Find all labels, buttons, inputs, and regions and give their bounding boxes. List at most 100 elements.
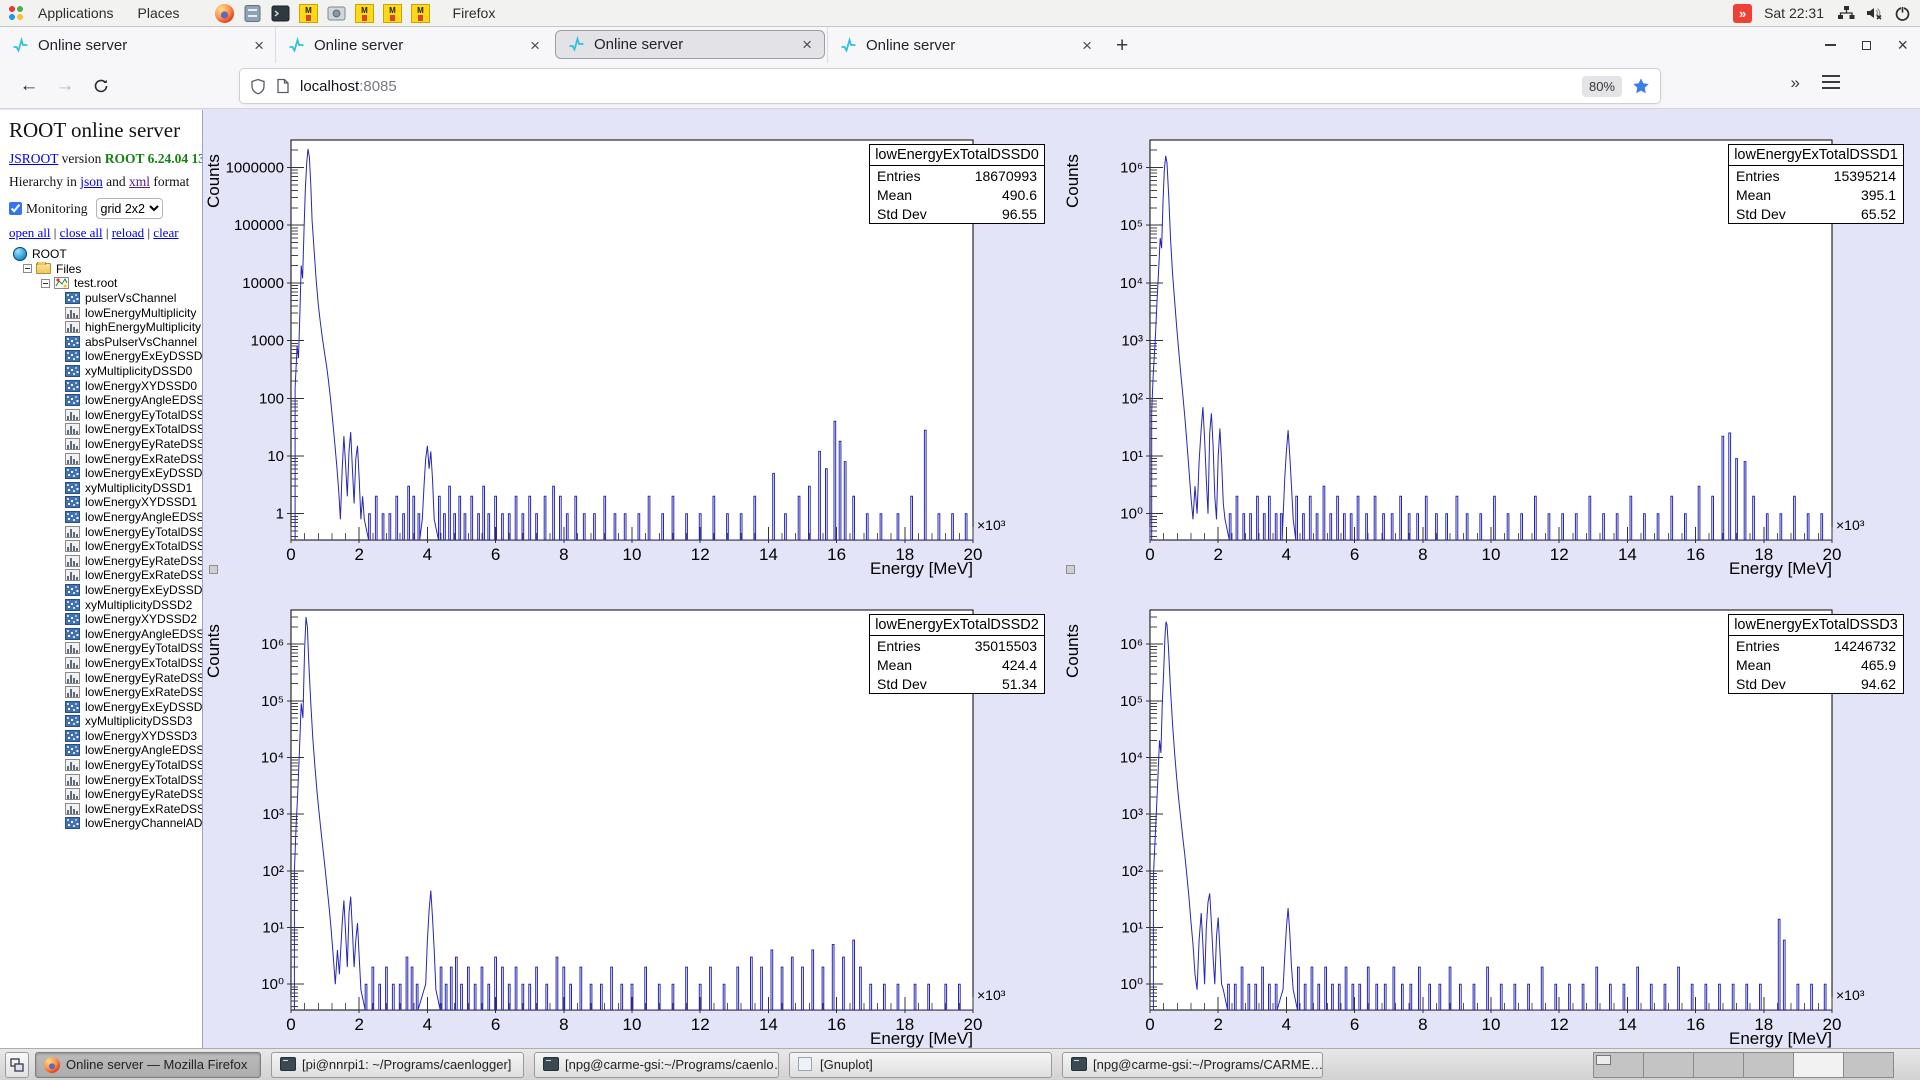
tab-close-icon[interactable]: × [802, 36, 812, 53]
screenshot-icon[interactable] [326, 3, 347, 24]
tab-online-server-4[interactable]: Online server× [828, 27, 1104, 63]
tree-item-lowEnergyExRateDSSD0[interactable]: lowEnergyExRateDSSD0 [9, 451, 202, 466]
tree-item-lowEnergyXYDSSD0[interactable]: lowEnergyXYDSSD0 [9, 378, 202, 393]
histogram-pad-lowEnergyExTotalDSSD2[interactable]: 10⁰10¹10²10³10⁴10⁵10⁶02468101214161820En… [203, 580, 1061, 1048]
hamburger-menu-icon[interactable] [1822, 75, 1840, 89]
shield-icon[interactable] [250, 78, 266, 95]
histogram-pad-lowEnergyExTotalDSSD3[interactable]: 10⁰10¹10²10³10⁴10⁵10⁶02468101214161820En… [1062, 580, 1920, 1048]
show-desktop-button[interactable] [5, 1052, 29, 1078]
network-icon[interactable] [1836, 3, 1856, 23]
midas-icon[interactable]: M [298, 3, 319, 24]
minimize-button[interactable] [1825, 44, 1836, 46]
tree-item-lowEnergyEyTotalDSSD1[interactable]: lowEnergyEyTotalDSSD1 [9, 524, 202, 539]
histogram-pad-lowEnergyExTotalDSSD1[interactable]: 10⁰10¹10²10³10⁴10⁵10⁶02468101214161820En… [1062, 110, 1920, 579]
tree-item-pulserVsChannel[interactable]: pulserVsChannel [9, 291, 202, 306]
tree-item-lowEnergyXYDSSD2[interactable]: lowEnergyXYDSSD2 [9, 612, 202, 627]
page-info-icon[interactable] [276, 78, 290, 94]
taskbar-button-3[interactable]: [npg@carme-gsi:~/Programs/caenlo… [534, 1052, 779, 1078]
tree-item-lowEnergyExEyDSSD3[interactable]: lowEnergyExEyDSSD3 [9, 699, 202, 714]
tab-online-server-2[interactable]: Online server× [276, 27, 552, 63]
tree-item-lowEnergyExRateDSSD2[interactable]: lowEnergyExRateDSSD2 [9, 685, 202, 700]
collapse-toggle[interactable] [23, 264, 32, 273]
tab-close-icon[interactable]: × [530, 37, 540, 54]
toolbar-overflow-button[interactable]: » [1791, 73, 1798, 93]
tab-close-icon[interactable]: × [254, 37, 264, 54]
pad-resize-handle-1[interactable] [209, 565, 218, 574]
tree-item-xyMultiplicityDSSD2[interactable]: xyMultiplicityDSSD2 [9, 597, 202, 612]
files-icon[interactable] [242, 3, 263, 24]
tree-node-root[interactable]: ROOT [9, 247, 202, 262]
workspace-4[interactable] [1743, 1052, 1794, 1078]
midas-icon[interactable]: M [410, 3, 431, 24]
places-menu[interactable]: Places [126, 5, 192, 21]
taskbar-button-4[interactable]: [Gnuplot] [789, 1052, 1052, 1078]
action-close-all[interactable]: close all [60, 225, 103, 240]
stats-box-lowEnergyExTotalDSSD1[interactable]: lowEnergyExTotalDSSD1Entries15395214Mean… [1728, 144, 1904, 224]
xml-link[interactable]: xml [129, 174, 150, 189]
tree-item-lowEnergyExTotalDSSD3[interactable]: lowEnergyExTotalDSSD3 [9, 772, 202, 787]
close-button[interactable]: × [1897, 36, 1908, 54]
tab-close-icon[interactable]: × [1082, 37, 1092, 54]
tree-item-lowEnergyEyTotalDSSD0[interactable]: lowEnergyEyTotalDSSD0 [9, 408, 202, 423]
midas-icon[interactable]: M [382, 3, 403, 24]
tree-item-xyMultiplicityDSSD3[interactable]: xyMultiplicityDSSD3 [9, 714, 202, 729]
tree-item-lowEnergyExTotalDSSD2[interactable]: lowEnergyExTotalDSSD2 [9, 656, 202, 671]
tree-item-lowEnergyExEyDSSD2[interactable]: lowEnergyExEyDSSD2 [9, 583, 202, 598]
action-open-all[interactable]: open all [9, 225, 51, 240]
tree-node-files[interactable]: Files [9, 262, 202, 277]
stats-box-lowEnergyExTotalDSSD3[interactable]: lowEnergyExTotalDSSD3Entries14246732Mean… [1728, 614, 1904, 694]
taskbar-button-2[interactable]: [pi@nnrpi1: ~/Programs/caenlogger] [271, 1052, 524, 1078]
midas-icon[interactable]: M [354, 3, 375, 24]
tree-item-lowEnergyExEyDSSD0[interactable]: lowEnergyExEyDSSD0 [9, 349, 202, 364]
tree-node-test-root[interactable]: test.root [9, 276, 202, 291]
tree-item-lowEnergyExTotalDSSD1[interactable]: lowEnergyExTotalDSSD1 [9, 539, 202, 554]
tree-item-lowEnergyExRateDSSD3[interactable]: lowEnergyExRateDSSD3 [9, 802, 202, 817]
tree-item-lowEnergyXYDSSD3[interactable]: lowEnergyXYDSSD3 [9, 729, 202, 744]
tree-item-lowEnergyAngleEDSSD1[interactable]: lowEnergyAngleEDSSD1 [9, 510, 202, 525]
plot-area[interactable]: 1101001000100001000001000000024681012141… [203, 110, 1920, 1048]
tree-item-lowEnergyEyRateDSSD0[interactable]: lowEnergyEyRateDSSD0 [9, 437, 202, 452]
zoom-level-badge[interactable]: 80% [1582, 76, 1622, 97]
new-tab-button[interactable]: + [1104, 35, 1140, 56]
tree-item-lowEnergyAngleEDSSD3[interactable]: lowEnergyAngleEDSSD3 [9, 743, 202, 758]
terminal-icon[interactable] [270, 3, 291, 24]
workspace-6[interactable] [1843, 1052, 1894, 1078]
workspace-2[interactable] [1643, 1052, 1694, 1078]
tree-item-highEnergyMultiplicity[interactable]: highEnergyMultiplicity [9, 320, 202, 335]
tree-item-lowEnergyEyRateDSSD3[interactable]: lowEnergyEyRateDSSD3 [9, 787, 202, 802]
taskbar-button-1[interactable]: Online server — Mozilla Firefox [35, 1052, 261, 1078]
volume-muted-icon[interactable] [1864, 3, 1884, 23]
tree-item-lowEnergyEyRateDSSD1[interactable]: lowEnergyEyRateDSSD1 [9, 553, 202, 568]
tree-item-lowEnergyEyRateDSSD2[interactable]: lowEnergyEyRateDSSD2 [9, 670, 202, 685]
tree-item-xyMultiplicityDSSD0[interactable]: xyMultiplicityDSSD0 [9, 364, 202, 379]
grid-layout-select[interactable]: grid 2x2 [96, 198, 163, 219]
tree-item-lowEnergyExEyDSSD1[interactable]: lowEnergyExEyDSSD1 [9, 466, 202, 481]
workspace-3[interactable] [1693, 1052, 1744, 1078]
tree-item-lowEnergyEyTotalDSSD2[interactable]: lowEnergyEyTotalDSSD2 [9, 641, 202, 656]
reload-button[interactable] [86, 71, 116, 101]
tree-item-absPulserVsChannel[interactable]: absPulserVsChannel [9, 335, 202, 350]
maximize-button[interactable] [1862, 41, 1871, 50]
applications-menu[interactable]: Applications [26, 5, 126, 21]
tree-item-lowEnergyAngleEDSSD2[interactable]: lowEnergyAngleEDSSD2 [9, 626, 202, 641]
tab-online-server-3[interactable]: Online server× [555, 30, 825, 59]
pad-resize-handle-2[interactable] [1066, 565, 1075, 574]
firefox-icon[interactable] [214, 3, 235, 24]
tree-item-lowEnergyXYDSSD1[interactable]: lowEnergyXYDSSD1 [9, 495, 202, 510]
jsroot-link[interactable]: JSROOT [9, 151, 58, 166]
action-clear[interactable]: clear [153, 225, 178, 240]
workspace-1[interactable] [1593, 1052, 1644, 1078]
forward-button[interactable]: → [50, 71, 80, 101]
action-reload[interactable]: reload [112, 225, 144, 240]
tree-item-lowEnergyExRateDSSD1[interactable]: lowEnergyExRateDSSD1 [9, 568, 202, 583]
notification-icon[interactable]: » [1733, 4, 1752, 23]
tree-item-lowEnergyEyTotalDSSD3[interactable]: lowEnergyEyTotalDSSD3 [9, 758, 202, 773]
tab-online-server-1[interactable]: Online server× [0, 27, 276, 63]
histogram-pad-lowEnergyExTotalDSSD0[interactable]: 1101001000100001000001000000024681012141… [203, 110, 1061, 579]
collapse-toggle[interactable] [41, 279, 50, 288]
taskbar-button-5[interactable]: [npg@carme-gsi:~/Programs/CARME… [1062, 1052, 1323, 1078]
tree-item-lowEnergyExTotalDSSD0[interactable]: lowEnergyExTotalDSSD0 [9, 422, 202, 437]
bookmark-star-icon[interactable] [1632, 77, 1650, 95]
json-link[interactable]: json [80, 174, 103, 189]
clock[interactable]: Sat 22:31 [1764, 5, 1824, 21]
